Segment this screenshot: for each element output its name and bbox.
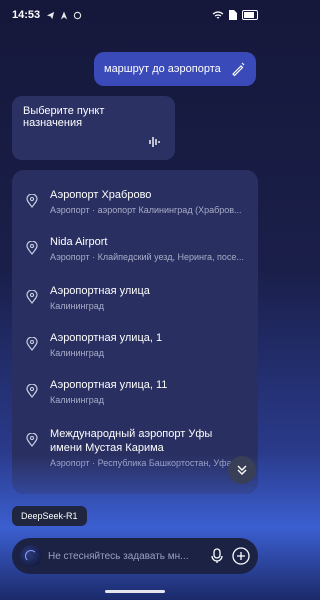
scroll-down-button[interactable] — [228, 456, 256, 484]
location-pin-icon — [26, 384, 38, 398]
bot-message-bubble: Выберите пункт назначения — [12, 96, 175, 160]
result-title: Аэропорт Храброво — [50, 189, 152, 201]
edit-icon[interactable] — [230, 61, 246, 77]
user-message-bubble: маршрут до аэропорта — [94, 52, 256, 86]
location-pin-icon — [26, 241, 38, 255]
telegram-icon — [47, 11, 55, 19]
navigation-icon — [60, 11, 68, 19]
status-left-icons — [46, 11, 82, 20]
sim-icon — [229, 10, 237, 20]
mic-icon[interactable] — [210, 548, 224, 564]
result-subtitle: Калининград — [50, 348, 105, 358]
model-badge-label: DeepSeek-R1 — [21, 511, 78, 521]
result-title: Международный аэропорт Уфы имени Мустая … — [50, 428, 213, 454]
message-input[interactable]: Не стесняйтесь задавать мн... — [48, 551, 202, 562]
bot-message-text: Выберите пункт назначения — [23, 105, 105, 129]
message-input-bar[interactable]: Не стесняйтесь задавать мн... — [12, 538, 258, 574]
location-pin-icon — [26, 337, 38, 351]
result-item[interactable]: Международный аэропорт Уфы имени Мустая … — [12, 423, 258, 483]
result-item[interactable]: Nida Airport Аэропорт · Клайпедский уезд… — [12, 231, 258, 277]
result-item[interactable]: Аэропортная улица Калининград — [12, 280, 258, 326]
location-pin-icon — [26, 290, 38, 304]
voice-playback-icon[interactable] — [147, 134, 163, 150]
status-bar: 14:53 — [0, 0, 270, 30]
model-badge[interactable]: DeepSeek-R1 — [12, 506, 87, 526]
result-subtitle: Калининград — [50, 395, 105, 405]
add-attachment-icon[interactable] — [232, 547, 250, 565]
result-subtitle: Аэропорт · Клайпедский уезд, Неринга, по… — [50, 252, 244, 262]
result-title: Аэропортная улица, 11 — [50, 379, 168, 391]
status-right-icons — [212, 10, 258, 20]
assistant-orb-icon — [20, 545, 42, 567]
result-title: Аэропортная улица — [50, 285, 150, 297]
status-time: 14:53 — [12, 9, 41, 21]
result-item[interactable]: Аэропорт Храброво Аэропорт · аэропорт Ка… — [12, 184, 258, 230]
result-title: Nida Airport — [50, 236, 108, 248]
battery-icon — [242, 10, 258, 20]
result-subtitle: Калининград — [50, 301, 105, 311]
result-subtitle: Аэропорт · Республика Башкортостан, Уфа.… — [50, 458, 240, 468]
result-item[interactable]: Аэропортная улица, 1 Калининград — [12, 327, 258, 373]
destination-results-panel: Аэропорт Храброво Аэропорт · аэропорт Ка… — [12, 170, 258, 494]
user-message-text: маршрут до аэропорта — [104, 63, 221, 75]
wifi-icon — [212, 10, 224, 18]
result-title: Аэропортная улица, 1 — [50, 332, 163, 344]
sync-icon — [73, 11, 82, 19]
location-pin-icon — [26, 194, 38, 208]
location-pin-icon — [26, 433, 38, 447]
result-item[interactable]: Аэропортная улица, 11 Калининград — [12, 374, 258, 420]
home-indicator[interactable] — [105, 590, 165, 593]
double-chevron-down-icon — [237, 465, 247, 475]
result-subtitle: Аэропорт · аэропорт Калининград (Храбров… — [50, 205, 242, 215]
